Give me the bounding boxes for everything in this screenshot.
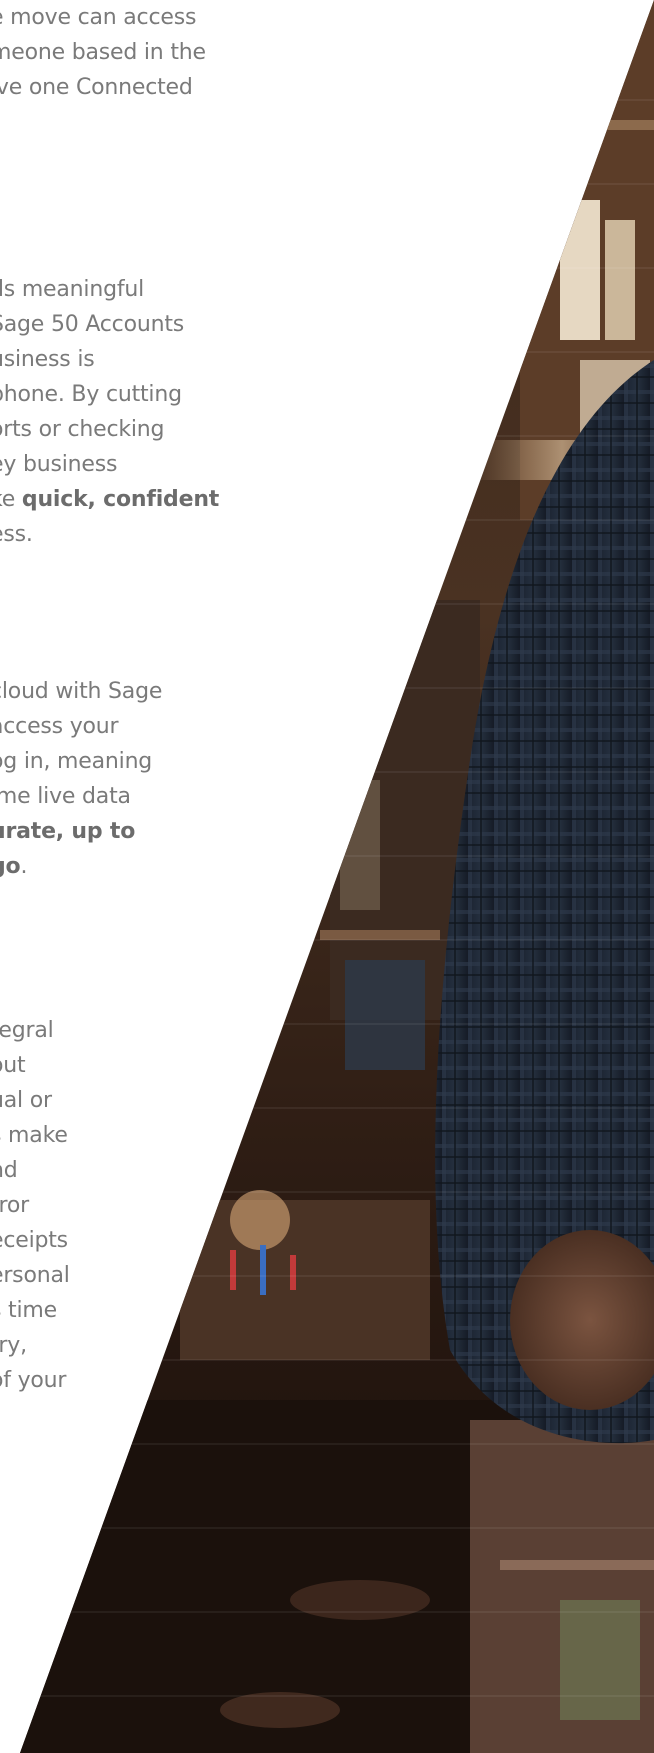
emphasis-text: urate, up to (0, 819, 136, 844)
connected-users-paragraph: e move can access meone based in the ive… (0, 0, 206, 140)
paragraph-line: ive one Connected (0, 75, 193, 100)
paragraph-line: og in, meaning (0, 749, 153, 774)
cloud-access-paragraph: cloud with Sage access your og in, meani… (0, 674, 162, 884)
line-text: . (20, 854, 28, 879)
paragraph-line: of your (0, 1368, 67, 1393)
paragraph-line: orts or checking (0, 417, 165, 442)
paragraph-line: out (0, 1053, 26, 1078)
paragraph-line: ess. (0, 522, 33, 547)
paragraph-line: ime live data (0, 784, 131, 809)
paragraph-line: s time (0, 1298, 57, 1323)
paragraph-line: usiness is (0, 347, 95, 372)
paragraph-line: rror (0, 1193, 29, 1218)
emphasis-text: go (0, 854, 21, 879)
paragraph-line: ey business (0, 452, 118, 477)
paragraph-line: ds meaningful (0, 277, 145, 302)
paragraph-line: try, (0, 1333, 27, 1358)
emphasis-text: quick, confident (21, 487, 220, 512)
paragraph-line: ersonal (0, 1263, 70, 1288)
paragraph-line: eceipts (0, 1228, 68, 1253)
paragraph-line: s make (0, 1123, 68, 1148)
paragraph-line: nd (0, 1158, 18, 1183)
paragraph-line: access your (0, 714, 119, 739)
paragraph-line: tegral (0, 1018, 54, 1043)
paragraph-line: Sage 50 Accounts (0, 312, 185, 337)
paragraph-line: phone. By cutting (0, 382, 182, 407)
paragraph-line: cloud with Sage (0, 679, 163, 704)
paragraph-line: ual or (0, 1088, 52, 1113)
receipts-paragraph: tegral out ual or s make nd rror eceipts… (0, 1013, 70, 1398)
paragraph-line: e move can access (0, 5, 197, 30)
paragraph-line: . (0, 105, 206, 140)
paragraph-line: go. (0, 849, 162, 884)
line-text: ke (0, 487, 16, 512)
mobile-app-paragraph: ds meaningful Sage 50 Accounts usiness i… (0, 272, 219, 552)
paragraph-line: ke quick, confident (0, 482, 219, 517)
paragraph-line: urate, up to (0, 814, 162, 849)
paragraph-line: meone based in the (0, 40, 206, 65)
